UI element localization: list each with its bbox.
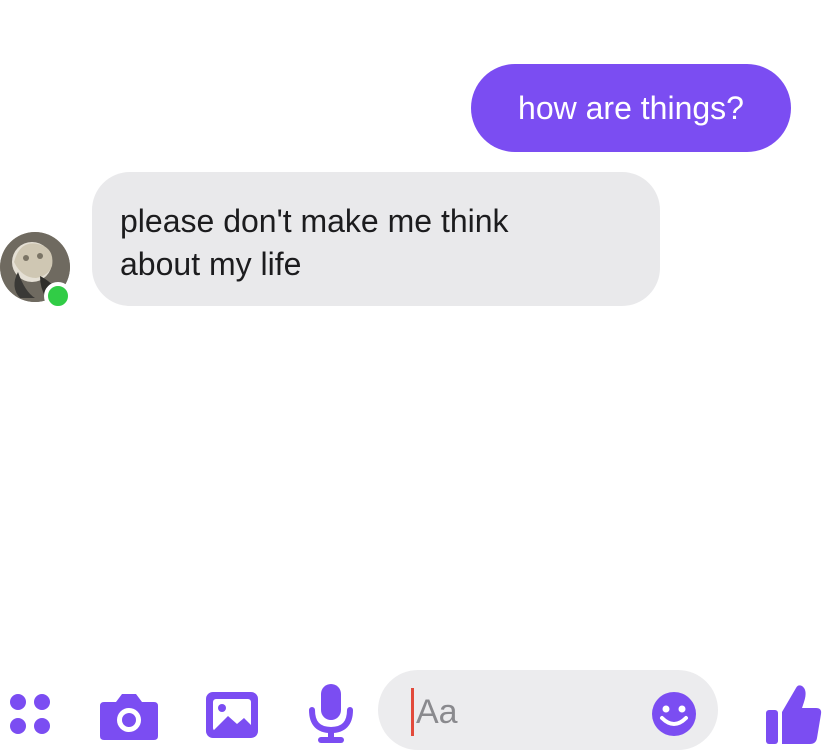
camera-icon[interactable] xyxy=(98,690,160,742)
outgoing-message-text: how are things? xyxy=(518,89,744,126)
text-cursor xyxy=(411,688,414,736)
outgoing-message-bubble[interactable]: how are things? xyxy=(471,64,791,152)
composer-bar: Aa xyxy=(0,330,828,750)
microphone-icon[interactable] xyxy=(306,682,356,746)
four-dots-icon[interactable] xyxy=(8,692,52,736)
thumbs-up-icon[interactable] xyxy=(764,682,824,748)
incoming-message-line-2: about my life xyxy=(120,246,302,282)
incoming-message-line-1: please don't make me think xyxy=(120,203,509,239)
image-icon[interactable] xyxy=(204,690,260,740)
emoji-icon[interactable] xyxy=(650,690,698,738)
online-status-dot xyxy=(44,282,72,310)
incoming-message-bubble[interactable]: please don't make me think about my life xyxy=(92,172,660,306)
message-input-placeholder: Aa xyxy=(416,693,458,731)
message-thread: how are things? please don't make me thi… xyxy=(0,0,828,330)
